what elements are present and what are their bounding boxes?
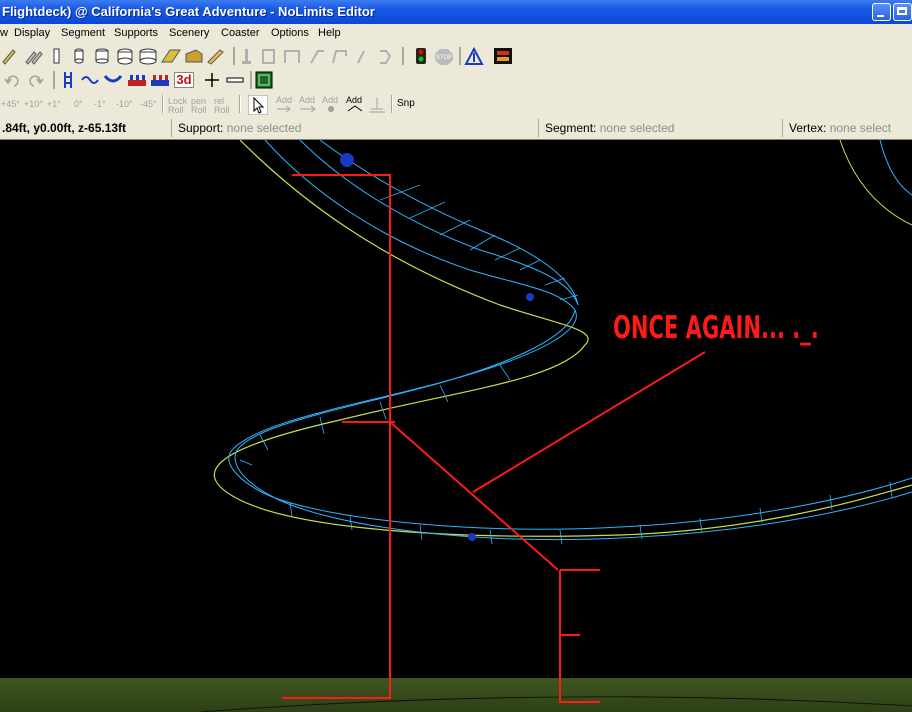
snap-button[interactable]: Snp — [397, 98, 415, 109]
cylinder-large-icon[interactable] — [117, 48, 133, 65]
add-segment-icon — [300, 105, 316, 113]
title-bar: Flightdeck) @ California's Great Adventu… — [0, 0, 912, 24]
train-car-bottom — [468, 533, 476, 541]
roll-minus1[interactable]: -1° — [94, 100, 106, 109]
add-vertex-label[interactable]: Add — [276, 96, 292, 105]
toolbar-segments: STOP — [0, 44, 912, 68]
footer-icon[interactable] — [368, 97, 386, 113]
separator — [239, 95, 241, 113]
lock-roll-button[interactable]: Lock Roll — [168, 97, 188, 115]
support-hook-icon[interactable] — [332, 50, 347, 64]
menu-segment[interactable]: Segment — [61, 27, 105, 39]
coaster-train-icon[interactable] — [494, 48, 512, 64]
segment-status-value: none selected — [599, 121, 675, 135]
roll-minus45[interactable]: -45° — [140, 100, 157, 109]
support-slant-icon[interactable] — [310, 50, 324, 64]
ladder-icon[interactable] — [64, 72, 72, 88]
cylinder-wide-icon[interactable] — [139, 48, 157, 65]
warning-pyramid-icon[interactable] — [464, 46, 484, 65]
support-single-icon[interactable] — [242, 49, 251, 64]
view-3d-button[interactable]: 3d — [174, 72, 194, 88]
cylinder-small-icon[interactable] — [74, 48, 84, 64]
roll-minus10[interactable]: -10° — [116, 100, 133, 109]
segment-status-label: Segment: — [545, 121, 597, 135]
brake-block-icon[interactable] — [161, 49, 181, 63]
vertex-status: Vertex: none select — [782, 119, 891, 137]
traffic-light-icon[interactable] — [416, 48, 426, 64]
svg-text:STOP: STOP — [436, 55, 452, 61]
menu-coaster[interactable]: Coaster — [221, 27, 260, 39]
add-segment-label[interactable]: Add — [299, 96, 315, 105]
pencil-icon[interactable] — [2, 49, 16, 65]
wave-track-icon[interactable] — [81, 76, 99, 84]
station-block-icon[interactable] — [185, 49, 203, 63]
vertex-status-value: none select — [829, 121, 892, 135]
undo-icon[interactable] — [4, 75, 19, 87]
toolbar-view: 3d — [0, 68, 912, 92]
ground-plane — [0, 678, 912, 712]
lift-chain-icon[interactable] — [207, 49, 224, 65]
menu-view[interactable]: w — [0, 27, 8, 39]
segment-tools: STOP — [2, 46, 512, 65]
valley-track-icon[interactable] — [103, 75, 123, 83]
menu-bar: w Display Segment Supports Scenery Coast… — [0, 24, 912, 44]
roll-zero[interactable]: 0° — [74, 100, 83, 109]
train-car-top — [340, 153, 354, 167]
viewport-background — [0, 140, 912, 712]
support-status-label: Support: — [178, 121, 224, 135]
add-support-icon — [328, 106, 334, 112]
menu-options[interactable]: Options — [271, 27, 309, 39]
add-free-node-icon — [347, 105, 363, 112]
cylinder-medium-icon[interactable] — [95, 48, 109, 64]
support-status-value: none selected — [226, 121, 302, 135]
viewport-3d[interactable]: ONCE AGAIN... ._. — [0, 140, 912, 712]
select-pointer-icon[interactable] — [248, 95, 268, 115]
train-blue-icon[interactable] — [151, 75, 169, 86]
support-bracket-icon[interactable] — [380, 50, 392, 64]
window-title: Flightdeck) @ California's Great Adventu… — [2, 4, 375, 19]
pen-roll-button[interactable]: pen Roll — [191, 97, 211, 115]
support-pole-icon[interactable] — [357, 50, 365, 64]
chip-icon[interactable] — [255, 71, 273, 89]
train-red-icon[interactable] — [128, 75, 146, 86]
add-support-label[interactable]: Add — [322, 96, 338, 105]
annotation-text: ONCE AGAIN... ._. — [613, 310, 819, 346]
vertex-status-label: Vertex: — [789, 121, 827, 135]
status-bar: .84ft, y0.00ft, z-65.13ft Support: none … — [0, 116, 912, 140]
roll-plus1[interactable]: +1° — [47, 100, 61, 109]
cursor-coordinates: .84ft, y0.00ft, z-65.13ft — [2, 121, 127, 135]
train-car-mid — [526, 293, 534, 301]
separator — [391, 95, 393, 113]
remove-node-icon[interactable] — [226, 77, 244, 83]
rel-roll-button[interactable]: rel Roll — [214, 97, 234, 115]
support-frame-icon[interactable] — [262, 49, 275, 64]
add-vertex-icon — [277, 105, 291, 113]
roll-plus10[interactable]: +10° — [24, 100, 43, 109]
redo-icon[interactable] — [29, 75, 44, 87]
menu-display[interactable]: Display — [14, 27, 50, 39]
stop-sign-icon[interactable]: STOP — [435, 49, 453, 65]
segment-status: Segment: none selected — [538, 119, 674, 137]
menu-supports[interactable]: Supports — [114, 27, 158, 39]
menu-help[interactable]: Help — [318, 27, 341, 39]
minimize-button[interactable] — [872, 3, 891, 21]
toolbar-roll: +45° +10° +1° 0° -1° -10° -45° Lock Roll… — [0, 92, 912, 116]
support-status: Support: none selected — [171, 119, 301, 137]
view-tools — [4, 71, 273, 89]
maximize-button[interactable] — [893, 3, 912, 21]
menu-scenery[interactable]: Scenery — [169, 27, 209, 39]
separator — [162, 95, 164, 113]
support-arch-icon[interactable] — [284, 50, 300, 63]
add-node-icon[interactable] — [205, 73, 219, 87]
straight-track-icon[interactable] — [53, 48, 60, 64]
double-pencil-icon[interactable] — [25, 51, 43, 65]
add-free-node-label[interactable]: Add — [346, 96, 362, 105]
roll-plus45[interactable]: +45° — [1, 100, 20, 109]
